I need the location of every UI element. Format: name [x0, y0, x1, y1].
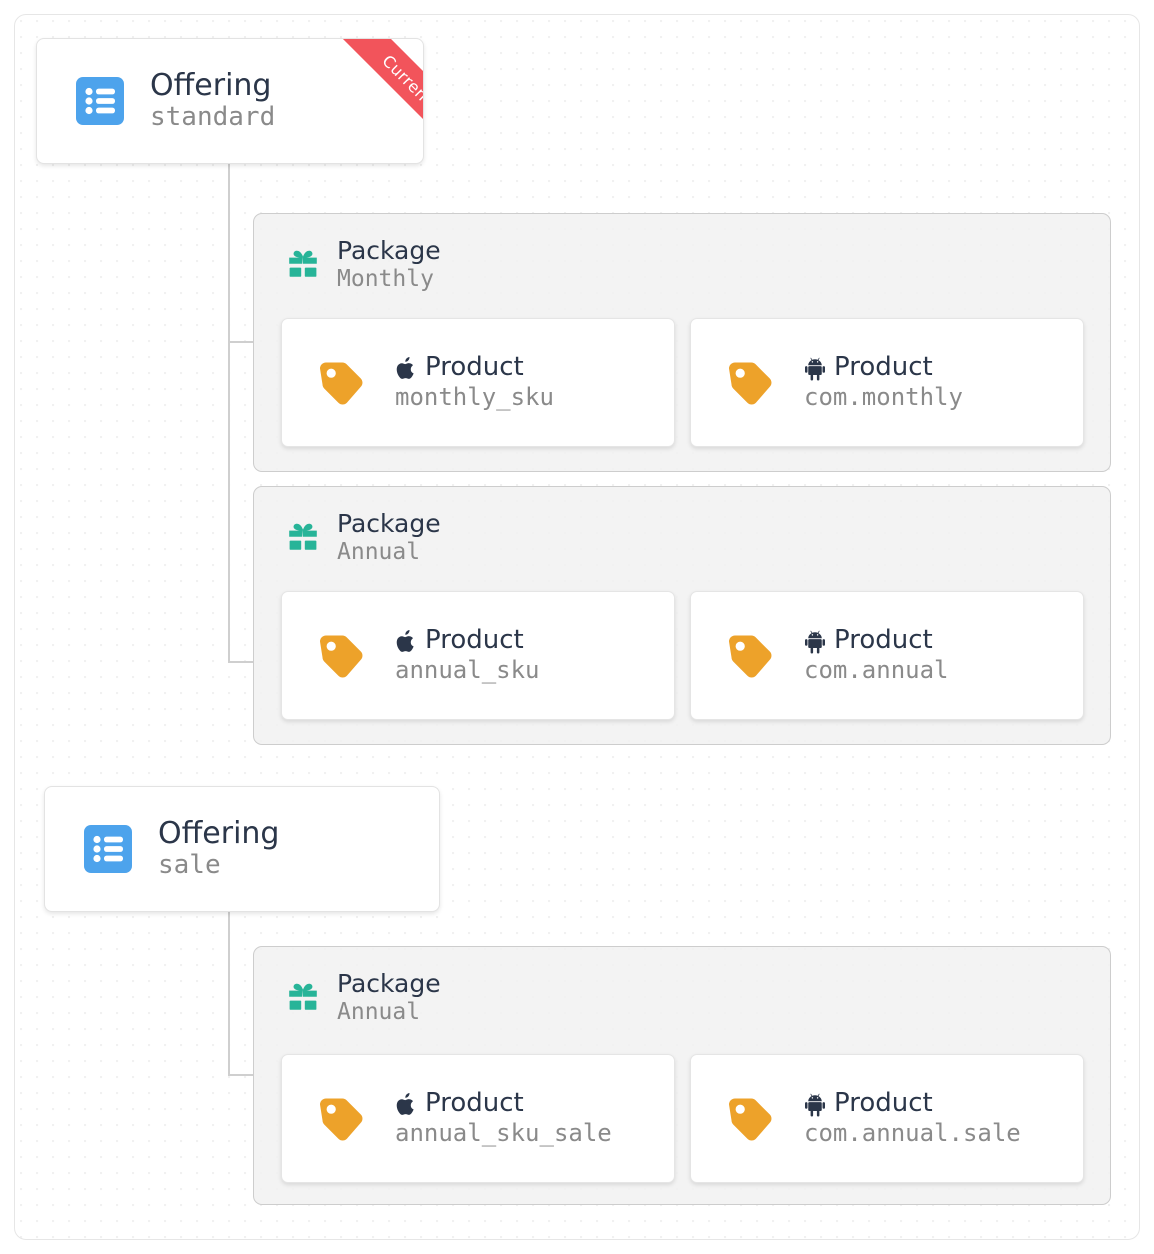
package-identifier: Annual — [337, 538, 421, 565]
product-card-com-annual-sale[interactable]: Product com.annual.sale — [690, 1054, 1084, 1183]
product-type-label: Product — [834, 351, 933, 382]
tag-icon — [724, 357, 776, 409]
package-type-label: Package — [337, 509, 441, 538]
apple-icon — [395, 629, 418, 654]
package-identifier: Annual — [337, 998, 421, 1025]
offering-label-group: Offering sale — [158, 817, 279, 881]
offering-list-icon — [84, 825, 132, 873]
product-identifier: com.annual.sale — [804, 1119, 1021, 1148]
product-type-label: Product — [834, 624, 933, 655]
package-label-group: Package Annual — [337, 969, 441, 1026]
offering-card-standard[interactable]: Offering standard Current — [36, 38, 424, 164]
offering-list-icon — [76, 77, 124, 125]
product-card-annual-sku[interactable]: Product annual_sku — [281, 591, 675, 720]
connector-standard-to-monthly — [228, 341, 254, 343]
product-card-com-annual[interactable]: Product com.annual — [690, 591, 1084, 720]
offering-type-label: Offering — [158, 815, 280, 851]
android-icon — [804, 629, 827, 654]
tag-icon — [315, 1093, 367, 1145]
offerings-diagram-canvas: Offering standard Current Package Monthl… — [0, 0, 1154, 1254]
tag-icon — [315, 357, 367, 409]
package-header-annual: Package Annual — [254, 487, 1110, 566]
product-type-label: Product — [425, 624, 524, 655]
package-identifier: Monthly — [337, 265, 434, 292]
product-card-monthly-sku[interactable]: Product monthly_sku — [281, 318, 675, 447]
product-identifier: monthly_sku — [395, 383, 554, 412]
product-identifier: annual_sku_sale — [395, 1119, 612, 1148]
product-label-group: Product annual_sku — [395, 626, 540, 685]
android-icon — [804, 356, 827, 381]
tag-icon — [315, 630, 367, 682]
product-identifier: com.annual — [804, 656, 949, 685]
offering-label-group: Offering standard — [150, 69, 275, 133]
connector-sale-to-annual — [228, 1074, 254, 1076]
product-type-label: Product — [834, 1087, 933, 1118]
tag-icon — [724, 630, 776, 682]
offering-identifier: standard — [150, 102, 276, 133]
product-type-label: Product — [425, 351, 524, 382]
apple-icon — [395, 356, 418, 381]
package-type-label: Package — [337, 236, 441, 265]
product-type-label: Product — [425, 1087, 524, 1118]
package-type-label: Package — [337, 969, 441, 998]
product-label-group: Product monthly_sku — [395, 353, 554, 412]
apple-icon — [395, 1092, 418, 1117]
package-header-monthly: Package Monthly — [254, 214, 1110, 293]
offering-type-label: Offering — [150, 67, 272, 103]
gift-icon — [283, 518, 323, 558]
product-identifier: com.monthly — [804, 383, 963, 412]
offering-card-sale[interactable]: Offering sale — [44, 786, 440, 912]
connector-standard-trunk — [228, 163, 230, 663]
connector-standard-to-annual — [228, 661, 254, 663]
package-header-annual-sale: Package Annual — [254, 947, 1110, 1026]
current-ribbon-label: Current — [378, 50, 423, 110]
product-label-group: Product com.annual.sale — [804, 1089, 1021, 1148]
product-label-group: Product com.annual — [804, 626, 949, 685]
tag-icon — [724, 1093, 776, 1145]
product-identifier: annual_sku — [395, 656, 540, 685]
product-label-group: Product com.monthly — [804, 353, 963, 412]
package-label-group: Package Annual — [337, 509, 441, 566]
offering-identifier: sale — [158, 850, 221, 881]
gift-icon — [283, 978, 323, 1018]
product-card-com-monthly[interactable]: Product com.monthly — [690, 318, 1084, 447]
connector-sale-trunk — [228, 911, 230, 1075]
package-label-group: Package Monthly — [337, 236, 441, 293]
product-card-annual-sku-sale[interactable]: Product annual_sku_sale — [281, 1054, 675, 1183]
gift-icon — [283, 245, 323, 285]
product-label-group: Product annual_sku_sale — [395, 1089, 612, 1148]
android-icon — [804, 1092, 827, 1117]
current-ribbon: Current — [305, 39, 423, 157]
